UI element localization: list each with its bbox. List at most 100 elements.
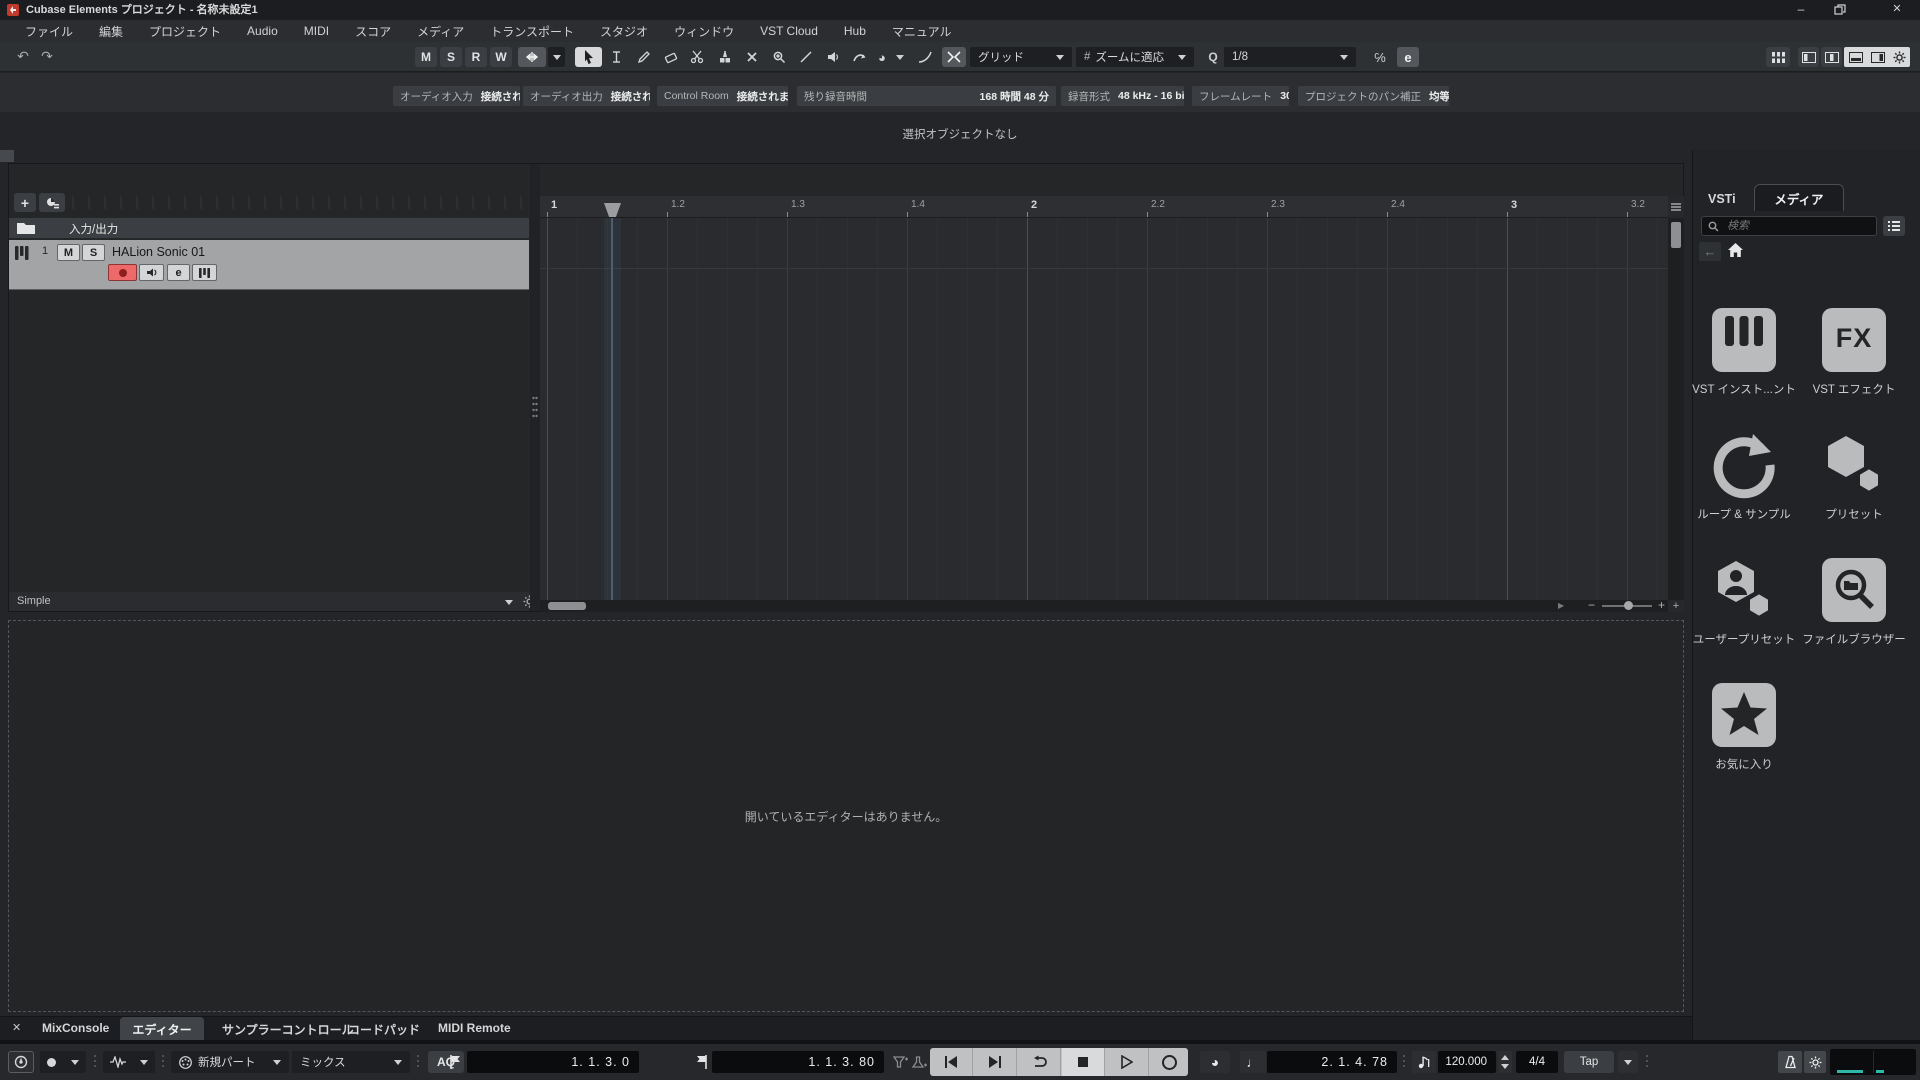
menu-window[interactable]: ウィンドウ: [661, 23, 747, 40]
media-list-view-button[interactable]: [1883, 216, 1905, 236]
draw-tool[interactable]: [630, 47, 657, 67]
tab-media[interactable]: メディア: [1754, 184, 1844, 211]
horizontal-scrollbar-thumb[interactable]: [548, 602, 586, 610]
track-monitor-button[interactable]: [139, 264, 164, 281]
play-tool[interactable]: [819, 47, 846, 67]
media-tile-favorites[interactable]: [1709, 680, 1779, 750]
tempo-mode-dropdown[interactable]: [1618, 1051, 1638, 1073]
autoscroll-button[interactable]: [518, 47, 546, 67]
playhead-position-display[interactable]: 2. 1. 4. 78: [1267, 1051, 1397, 1073]
play-button[interactable]: [1106, 1048, 1149, 1076]
menu-studio[interactable]: スタジオ: [587, 23, 661, 40]
menu-edit[interactable]: 編集: [86, 23, 136, 40]
menu-file[interactable]: ファイル: [12, 23, 86, 40]
info-audio-input[interactable]: オーディオ入力接続されました: [393, 86, 520, 106]
snap-type-dropdown[interactable]: グリッド: [970, 47, 1072, 67]
object-selection-tool[interactable]: [575, 47, 602, 67]
toggle-inspector-button[interactable]: [1821, 47, 1842, 67]
line-tool[interactable]: [792, 47, 819, 67]
left-locator-display[interactable]: 1. 1. 3. 0: [467, 1051, 639, 1073]
menu-audio[interactable]: Audio: [234, 24, 291, 38]
menu-transport[interactable]: トランスポート: [477, 23, 587, 40]
timeline-ruler[interactable]: 1 1.2 1.3 1.4 2 2.2 2.3 2.4 3 3.2: [540, 196, 1668, 218]
track-open-instrument-button[interactable]: [192, 264, 217, 281]
color-tool-dropdown[interactable]: ◕: [872, 47, 910, 67]
ruler-options-button[interactable]: [1668, 196, 1684, 218]
visibility-config-name[interactable]: Simple: [17, 595, 51, 607]
metronome-button[interactable]: [1778, 1051, 1802, 1073]
stop-button[interactable]: [1062, 1048, 1105, 1076]
maximize-button[interactable]: [1834, 4, 1846, 16]
tab-editor[interactable]: エディター: [120, 1017, 204, 1041]
redo-button[interactable]: ↷: [36, 46, 58, 66]
media-tile-user-presets[interactable]: [1709, 555, 1779, 625]
media-search-input[interactable]: [1725, 219, 1859, 233]
minimize-button[interactable]: –: [1786, 0, 1816, 20]
info-pan-law[interactable]: プロジェクトのパン補正均等パワー: [1298, 86, 1449, 106]
event-display-grid[interactable]: [540, 218, 1668, 600]
media-tile-file-browser[interactable]: [1819, 555, 1889, 625]
tempo-display[interactable]: 120.000: [1438, 1051, 1496, 1073]
cycle-button[interactable]: [1018, 1048, 1061, 1076]
menu-hub[interactable]: Hub: [831, 24, 879, 38]
tab-vsti[interactable]: VSTi: [1708, 192, 1736, 206]
time-format-button[interactable]: ♩: [1240, 1051, 1266, 1073]
track-solo-button[interactable]: S: [82, 244, 105, 261]
scrub-tool[interactable]: [846, 47, 873, 67]
zoom-in-button[interactable]: +: [1658, 598, 1665, 612]
punch-in-icon[interactable]: [893, 1055, 908, 1069]
media-tile-vst-effects[interactable]: FX: [1819, 305, 1889, 375]
midi-cycle-record-mode-dropdown[interactable]: ミックス: [292, 1051, 410, 1073]
window-layout-setup-button[interactable]: [1889, 47, 1909, 67]
media-tile-loops-samples[interactable]: [1709, 430, 1779, 500]
tab-sampler-control[interactable]: サンプラーコントロール: [222, 1021, 354, 1038]
menu-media[interactable]: メディア: [404, 23, 477, 40]
read-automation-button[interactable]: R: [465, 47, 487, 67]
zoom-corner-button[interactable]: +: [1668, 600, 1684, 612]
info-record-format[interactable]: 録音形式 48 kHz - 16 bit: [1061, 86, 1184, 106]
erase-tool[interactable]: [657, 47, 684, 67]
track-edit-channel-button[interactable]: e: [167, 264, 190, 281]
toggle-lower-zone-button[interactable]: [1845, 47, 1866, 67]
tab-midi-remote[interactable]: MIDI Remote: [438, 1021, 511, 1035]
scroll-right-arrow-icon[interactable]: ▶: [1558, 601, 1564, 610]
track-mute-button[interactable]: M: [57, 244, 80, 261]
media-search-box[interactable]: [1701, 216, 1877, 236]
midi-record-mode-dropdown[interactable]: 新規パート: [171, 1051, 289, 1073]
racks-button[interactable]: [1766, 47, 1790, 67]
write-automation-button[interactable]: W: [490, 47, 512, 67]
grid-type-dropdown[interactable]: # ズームに適応: [1076, 47, 1194, 67]
tab-chord-pads[interactable]: コードパッド: [348, 1021, 420, 1038]
tracklist-arrange-divider[interactable]: [530, 164, 540, 611]
track-preset-button[interactable]: [39, 193, 65, 212]
toggle-right-zone-button[interactable]: [1867, 47, 1888, 67]
horizontal-scrollbar[interactable]: ▶ − +: [540, 598, 1668, 612]
menu-project[interactable]: プロジェクト: [136, 23, 234, 40]
auto-fade-button[interactable]: [913, 47, 937, 67]
range-selection-tool[interactable]: [603, 47, 630, 67]
menu-scores[interactable]: スコア: [342, 23, 404, 40]
quantize-panel-button[interactable]: e: [1397, 47, 1419, 67]
autoscroll-options-dropdown[interactable]: [548, 47, 565, 67]
tempo-stepper[interactable]: [1498, 1051, 1512, 1073]
snap-toggle-button[interactable]: [942, 47, 966, 67]
split-tool[interactable]: [684, 47, 711, 67]
audio-performance-meter[interactable]: [1830, 1049, 1916, 1075]
vertical-scrollbar-thumb[interactable]: [1671, 222, 1681, 248]
close-lower-zone-button[interactable]: ✕: [12, 1021, 21, 1034]
go-to-previous-marker-button[interactable]: [930, 1048, 973, 1076]
menu-midi[interactable]: MIDI: [291, 24, 342, 38]
go-to-next-marker-button[interactable]: [974, 1048, 1017, 1076]
visibility-dropdown-caret[interactable]: [505, 600, 513, 605]
tap-tempo-button[interactable]: Tap: [1564, 1051, 1614, 1073]
io-channel-header-row[interactable]: 入力/出力: [9, 218, 529, 238]
punch-out-icon[interactable]: [912, 1055, 927, 1069]
info-record-time-remaining[interactable]: 残り録音時間 168 時間 48 分: [797, 86, 1056, 106]
record-button[interactable]: [1150, 1048, 1188, 1076]
info-control-room[interactable]: Control Room接続されました: [657, 86, 788, 106]
media-home-button[interactable]: [1727, 242, 1744, 258]
right-locator-display[interactable]: 1. 1. 3. 80: [712, 1051, 884, 1073]
media-tile-vst-instruments[interactable]: [1709, 305, 1779, 375]
menu-vst-cloud[interactable]: VST Cloud: [747, 24, 831, 38]
track-record-enable-button[interactable]: [108, 264, 137, 281]
